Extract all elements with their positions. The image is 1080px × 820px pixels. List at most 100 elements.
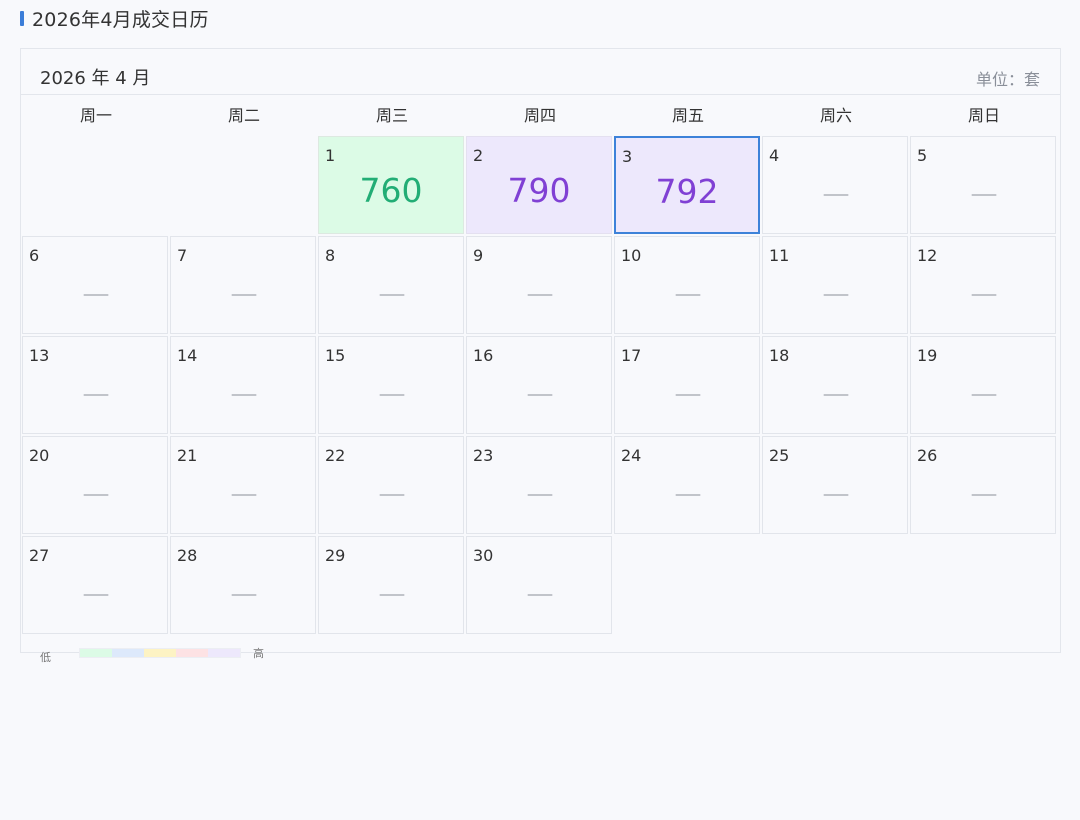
unit-label: 单位：套	[975, 70, 1040, 89]
no-data-dash: ——	[231, 387, 257, 403]
calendar-day-cell[interactable]: 21 ——	[170, 436, 316, 534]
calendar-day-cell[interactable]: 2 790	[466, 136, 612, 234]
weekday-label: 周日	[967, 106, 1000, 125]
calendar-day-cell[interactable]: 12 ——	[910, 236, 1056, 334]
weekday-label: 周六	[819, 106, 852, 125]
day-number: 28	[177, 546, 198, 565]
calendar-day-cell[interactable]: 1 760	[318, 136, 464, 234]
day-number: 24	[621, 446, 642, 465]
no-data-dash: ——	[675, 387, 701, 403]
legend-swatch	[208, 649, 240, 657]
day-number: 10	[621, 246, 642, 265]
no-data-dash: ——	[527, 287, 553, 303]
calendar-day-cell[interactable]: 8 ——	[318, 236, 464, 334]
day-number: 6	[29, 246, 40, 265]
calendar-day-cell[interactable]: 9 ——	[466, 236, 612, 334]
day-number: 29	[325, 546, 346, 565]
calendar-panel: 2026 年 4 月 单位：套 周一 周二 周三 周四 周五 周六 周日 1 760 2 790 3…	[20, 48, 1061, 653]
legend-high-label: 高	[253, 647, 264, 660]
day-number: 30	[473, 546, 494, 565]
day-number: 21	[177, 446, 198, 465]
day-number: 15	[325, 346, 346, 365]
day-number: 22	[325, 446, 346, 465]
calendar-day-cell[interactable]: 26 ——	[910, 436, 1056, 534]
legend-swatch	[112, 649, 144, 657]
day-number: 8	[325, 246, 336, 265]
no-data-dash: ——	[379, 587, 405, 603]
calendar-day-cell[interactable]: 3 792	[614, 136, 760, 234]
no-data-dash: ——	[527, 387, 553, 403]
weekday-label: 周二	[227, 106, 260, 125]
no-data-dash: ——	[971, 187, 997, 203]
legend-color-bar	[79, 648, 241, 658]
calendar-day-cell[interactable]: 27 ——	[22, 536, 168, 634]
deal-count-value: 792	[655, 172, 719, 211]
day-number: 25	[769, 446, 790, 465]
day-number: 18	[769, 346, 790, 365]
no-data-dash: ——	[83, 587, 109, 603]
no-data-dash: ——	[527, 487, 553, 503]
weekday-label: 周五	[671, 106, 704, 125]
calendar-day-cell[interactable]: 30 ——	[466, 536, 612, 634]
legend-swatch	[176, 649, 208, 657]
page-title: 2026年4月成交日历	[32, 8, 209, 31]
day-number: 1	[325, 146, 336, 165]
no-data-dash: ——	[83, 487, 109, 503]
no-data-dash: ——	[823, 287, 849, 303]
calendar-day-cell[interactable]: 16 ——	[466, 336, 612, 434]
calendar-day-cell[interactable]: 25 ——	[762, 436, 908, 534]
day-number: 14	[177, 346, 198, 365]
calendar-day-cell[interactable]: 17 ——	[614, 336, 760, 434]
calendar-day-cell[interactable]: 5 ——	[910, 136, 1056, 234]
day-number: 2	[473, 146, 484, 165]
no-data-dash: ——	[83, 387, 109, 403]
day-number: 9	[473, 246, 484, 265]
day-number: 3	[622, 147, 633, 166]
day-number: 13	[29, 346, 50, 365]
day-number: 20	[29, 446, 50, 465]
calendar-day-cell[interactable]: 22 ——	[318, 436, 464, 534]
no-data-dash: ——	[379, 487, 405, 503]
calendar-day-cell[interactable]: 20 ——	[22, 436, 168, 534]
day-number: 5	[917, 146, 928, 165]
calendar-day-cell[interactable]: 10 ——	[614, 236, 760, 334]
month-label: 2026 年 4 月	[40, 68, 151, 89]
calendar-header: 2026 年 4 月 单位：套	[21, 49, 1060, 95]
calendar-day-cell[interactable]: 4 ——	[762, 136, 908, 234]
no-data-dash: ——	[823, 487, 849, 503]
calendar-day-cell[interactable]: 7 ——	[170, 236, 316, 334]
calendar-day-cell[interactable]: 28 ——	[170, 536, 316, 634]
calendar-day-cell[interactable]: 14 ——	[170, 336, 316, 434]
legend-swatch	[80, 649, 112, 657]
calendar-grid: 1 760 2 790 3 792 4 —— 5 —— 6 —— 7 —— 8 —— 9 —— 10 —— 11 —— 12…	[21, 136, 1060, 636]
calendar-day-cell[interactable]: 23 ——	[466, 436, 612, 534]
day-number: 16	[473, 346, 494, 365]
calendar-day-cell[interactable]: 24 ——	[614, 436, 760, 534]
calendar-day-cell[interactable]: 13 ——	[22, 336, 168, 434]
no-data-dash: ——	[379, 387, 405, 403]
deal-count-value: 760	[359, 171, 423, 210]
color-legend: 低 高	[40, 646, 264, 664]
calendar-day-cell[interactable]: 15 ——	[318, 336, 464, 434]
day-number: 19	[917, 346, 938, 365]
calendar-day-cell[interactable]: 11 ——	[762, 236, 908, 334]
day-number: 11	[769, 246, 790, 265]
calendar-day-cell[interactable]: 6 ——	[22, 236, 168, 334]
calendar-day-cell[interactable]: 19 ——	[910, 336, 1056, 434]
calendar-day-cell[interactable]: 18 ——	[762, 336, 908, 434]
page-header: 2026年4月成交日历	[20, 6, 209, 31]
no-data-dash: ——	[675, 287, 701, 303]
no-data-dash: ——	[83, 287, 109, 303]
no-data-dash: ——	[971, 387, 997, 403]
day-number: 23	[473, 446, 494, 465]
weekday-label: 周三	[375, 106, 408, 125]
day-number: 7	[177, 246, 188, 265]
weekday-label: 周四	[523, 106, 556, 125]
no-data-dash: ——	[971, 287, 997, 303]
day-number: 27	[29, 546, 50, 565]
no-data-dash: ——	[823, 187, 849, 203]
no-data-dash: ——	[971, 487, 997, 503]
no-data-dash: ——	[231, 587, 257, 603]
no-data-dash: ——	[823, 387, 849, 403]
calendar-day-cell[interactable]: 29 ——	[318, 536, 464, 634]
